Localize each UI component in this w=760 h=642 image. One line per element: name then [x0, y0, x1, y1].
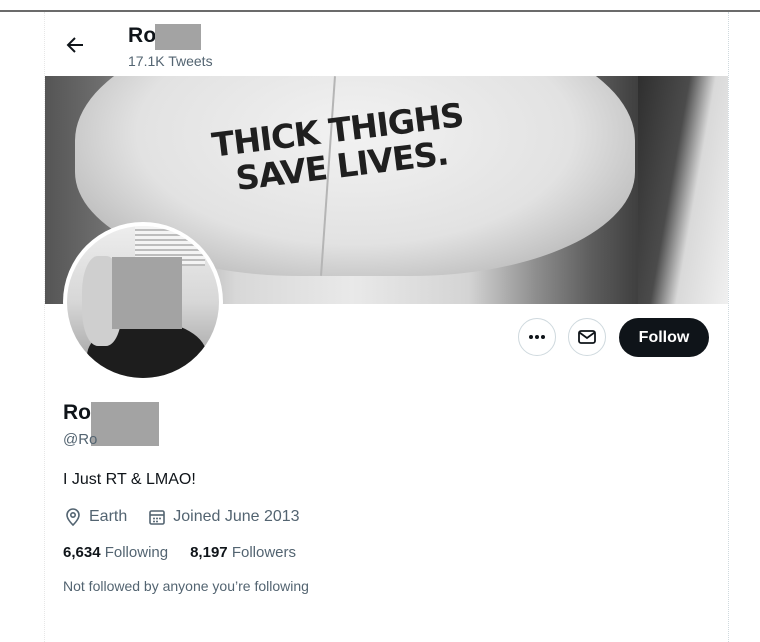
profile-header-bar: Ro 17.1K Tweets: [45, 14, 728, 76]
follow-stats: 6,634 Following 8,197 Followers: [63, 544, 318, 561]
joined-text: Joined June 2013: [173, 508, 300, 525]
avatar-redaction-box: [112, 257, 182, 329]
column-right-border: [728, 12, 729, 642]
window-top-border: [0, 0, 760, 12]
header-name: Ro: [128, 24, 157, 47]
redaction-box: [155, 24, 201, 50]
calendar-icon: [149, 510, 166, 525]
profile-handle: @Ro: [63, 431, 98, 448]
more-button[interactable]: [518, 318, 556, 356]
joined-item: Joined June 2013: [147, 507, 300, 527]
profile-meta: Earth Joined June 2013: [63, 507, 320, 527]
message-button[interactable]: [568, 318, 606, 356]
location-text: Earth: [89, 508, 128, 525]
back-arrow-icon[interactable]: [63, 33, 87, 57]
following-link[interactable]: 6,634 Following: [63, 544, 168, 561]
followers-count: 8,197: [190, 544, 228, 561]
location-item: Earth: [63, 507, 127, 527]
followers-label: Followers: [231, 544, 296, 561]
following-count: 6,634: [63, 544, 101, 561]
follow-button[interactable]: Follow: [619, 318, 709, 357]
followed-by-note: Not followed by anyone you’re following: [63, 578, 309, 594]
location-pin-icon: [66, 508, 80, 527]
header-tweet-count: 17.1K Tweets: [128, 53, 213, 69]
avatar-photo: [67, 226, 219, 378]
following-label: Following: [104, 544, 169, 561]
profile-bio: I Just RT & LMAO!: [63, 471, 196, 488]
followers-link[interactable]: 8,197 Followers: [190, 544, 296, 561]
profile-name: Ro: [63, 401, 91, 424]
banner-right-shade: [638, 76, 728, 304]
name-redaction-box: [91, 402, 159, 446]
more-horizontal-icon: [529, 335, 545, 339]
avatar[interactable]: [63, 222, 223, 382]
envelope-icon: [578, 330, 596, 344]
